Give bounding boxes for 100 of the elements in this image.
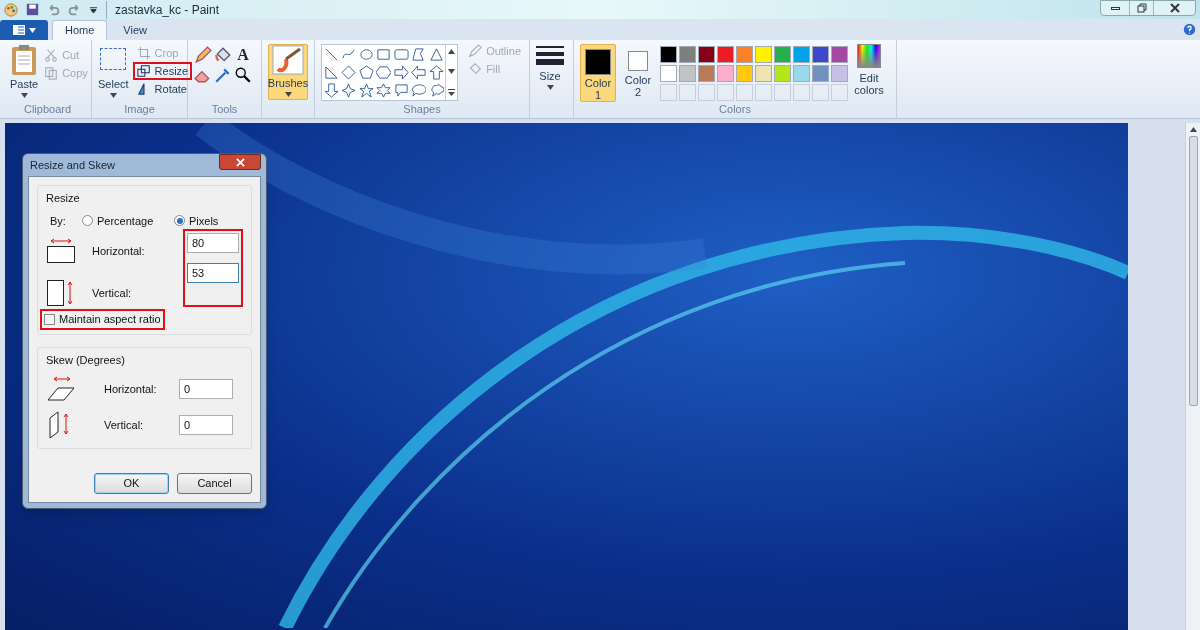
redo-icon[interactable] [68,3,81,16]
palette-swatch[interactable] [812,46,829,63]
application-menu-button[interactable] [0,20,48,40]
save-icon[interactable] [26,3,39,16]
paste-button[interactable]: Paste [10,44,39,98]
palette-swatch[interactable] [774,65,791,82]
dialog-button[interactable]: Cancel [177,473,252,494]
empty-swatch[interactable] [717,84,734,101]
palette-swatch[interactable] [793,46,810,63]
empty-swatch[interactable] [755,84,772,101]
shape-icon[interactable] [428,47,444,62]
shape-icon[interactable] [411,83,427,98]
group-label: Tools [211,103,238,117]
empty-swatch[interactable] [831,84,848,101]
restore-icon [1136,3,1147,13]
brushes-button[interactable]: Brushes [268,44,308,100]
caret-icon [546,84,554,90]
palette-swatch[interactable] [717,65,734,82]
palette-swatch[interactable] [660,65,677,82]
field-label: Vertical: [92,285,132,301]
radio-option[interactable]: Percentage [82,212,174,229]
shape-icon[interactable] [324,47,339,62]
undo-icon[interactable] [47,3,60,16]
palette-swatch[interactable] [660,46,677,63]
empty-swatch[interactable] [793,84,810,101]
palette-swatch[interactable] [831,46,848,63]
line-width-icon [536,44,564,68]
palette-swatch[interactable] [812,65,829,82]
shape-icon[interactable] [393,47,409,62]
paint-palette-icon [4,2,18,17]
field-label: Horizontal: [104,381,158,397]
vertical-input[interactable]: 53 [186,263,239,283]
shape-icon[interactable] [341,83,357,98]
group-label: Shapes [403,103,441,117]
ribbon-tab[interactable]: View [111,20,159,40]
shape-icon[interactable] [358,47,374,62]
palette-swatch[interactable] [717,46,734,63]
palette-swatch[interactable] [679,46,696,63]
dialog-button[interactable]: OK [94,473,169,494]
expand-icon[interactable] [448,89,456,96]
scroll-up-icon [1189,127,1197,132]
caret-icon [109,92,117,98]
shape-icon[interactable] [428,83,444,98]
shape-icon[interactable] [341,65,357,80]
palette-swatch[interactable] [736,65,753,82]
horizontal-input[interactable]: 80 [186,233,239,253]
ribbon-button[interactable]: Rotate [134,82,189,96]
palette-swatch[interactable] [831,65,848,82]
dropdown-icon[interactable] [89,5,98,14]
shape-icon[interactable] [324,65,339,80]
empty-swatch[interactable] [736,84,753,101]
shape-icon[interactable] [411,65,427,80]
palette-swatch[interactable] [698,65,715,82]
empty-swatch[interactable] [698,84,715,101]
shape-icon[interactable] [376,65,392,80]
group-label: Image [124,103,155,117]
vertical-scrollbar[interactable] [1185,123,1200,630]
edit-colors-button[interactable]: Edit colors [852,44,886,96]
shape-icon[interactable] [376,47,392,62]
shape-icon[interactable] [358,83,374,98]
shape-icon[interactable] [324,83,339,98]
ribbon-tab[interactable]: Home [52,20,108,40]
field-label: By: [49,213,67,229]
palette-swatch[interactable] [698,46,715,63]
empty-swatch[interactable] [812,84,829,101]
empty-swatch[interactable] [774,84,791,101]
color-slot[interactable]: Color 1 [580,44,616,102]
group-label: Skew (Degrees) [46,352,126,368]
ribbon-button[interactable]: Resize [134,64,191,78]
color-slot[interactable]: Color 2 [620,44,656,102]
empty-swatch[interactable] [660,84,677,101]
maintain-aspect-checkbox[interactable]: Maintain aspect ratio [44,311,161,328]
radio-option[interactable]: Pixels [174,212,219,229]
vertical-skew-input[interactable]: 0 [179,415,233,435]
pen-icon [468,44,483,58]
group-label: Clipboard [23,103,72,117]
shape-icon[interactable] [411,47,427,62]
palette-swatch[interactable] [679,65,696,82]
palette-swatch[interactable] [736,46,753,63]
size-button[interactable]: Size [536,44,564,90]
palette-swatch[interactable] [793,65,810,82]
group-label: Resize [46,191,81,206]
help-icon[interactable] [1183,23,1196,36]
palette-swatch[interactable] [755,46,772,63]
shape-icon[interactable] [393,65,409,80]
shape-icon[interactable] [393,83,409,98]
close-button[interactable] [219,154,261,170]
shape-icon[interactable] [358,65,374,80]
caret-icon [284,91,292,97]
shape-icon[interactable] [376,83,392,98]
palette-swatch[interactable] [755,65,772,82]
scroll-down-icon [448,69,456,74]
horizontal-resize-icon [46,238,76,264]
paint-bucket-icon [214,46,232,64]
text-tool[interactable]: A [234,46,252,64]
horizontal-skew-input[interactable]: 0 [179,379,233,399]
select-button[interactable]: Select [98,44,129,98]
shape-icon[interactable] [428,65,444,80]
empty-swatch[interactable] [679,84,696,101]
palette-swatch[interactable] [774,46,791,63]
